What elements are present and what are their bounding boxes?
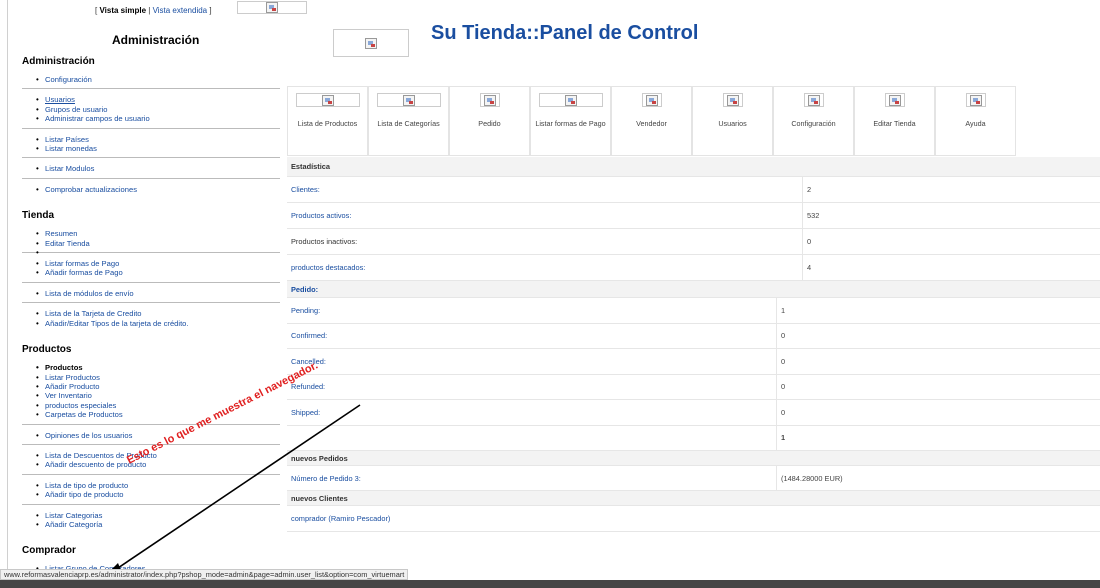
annotation-arrow xyxy=(104,404,361,577)
taskbar xyxy=(0,580,1100,588)
browser-status-bar: www.reformasvalenciaprp.es/administrator… xyxy=(0,569,409,580)
